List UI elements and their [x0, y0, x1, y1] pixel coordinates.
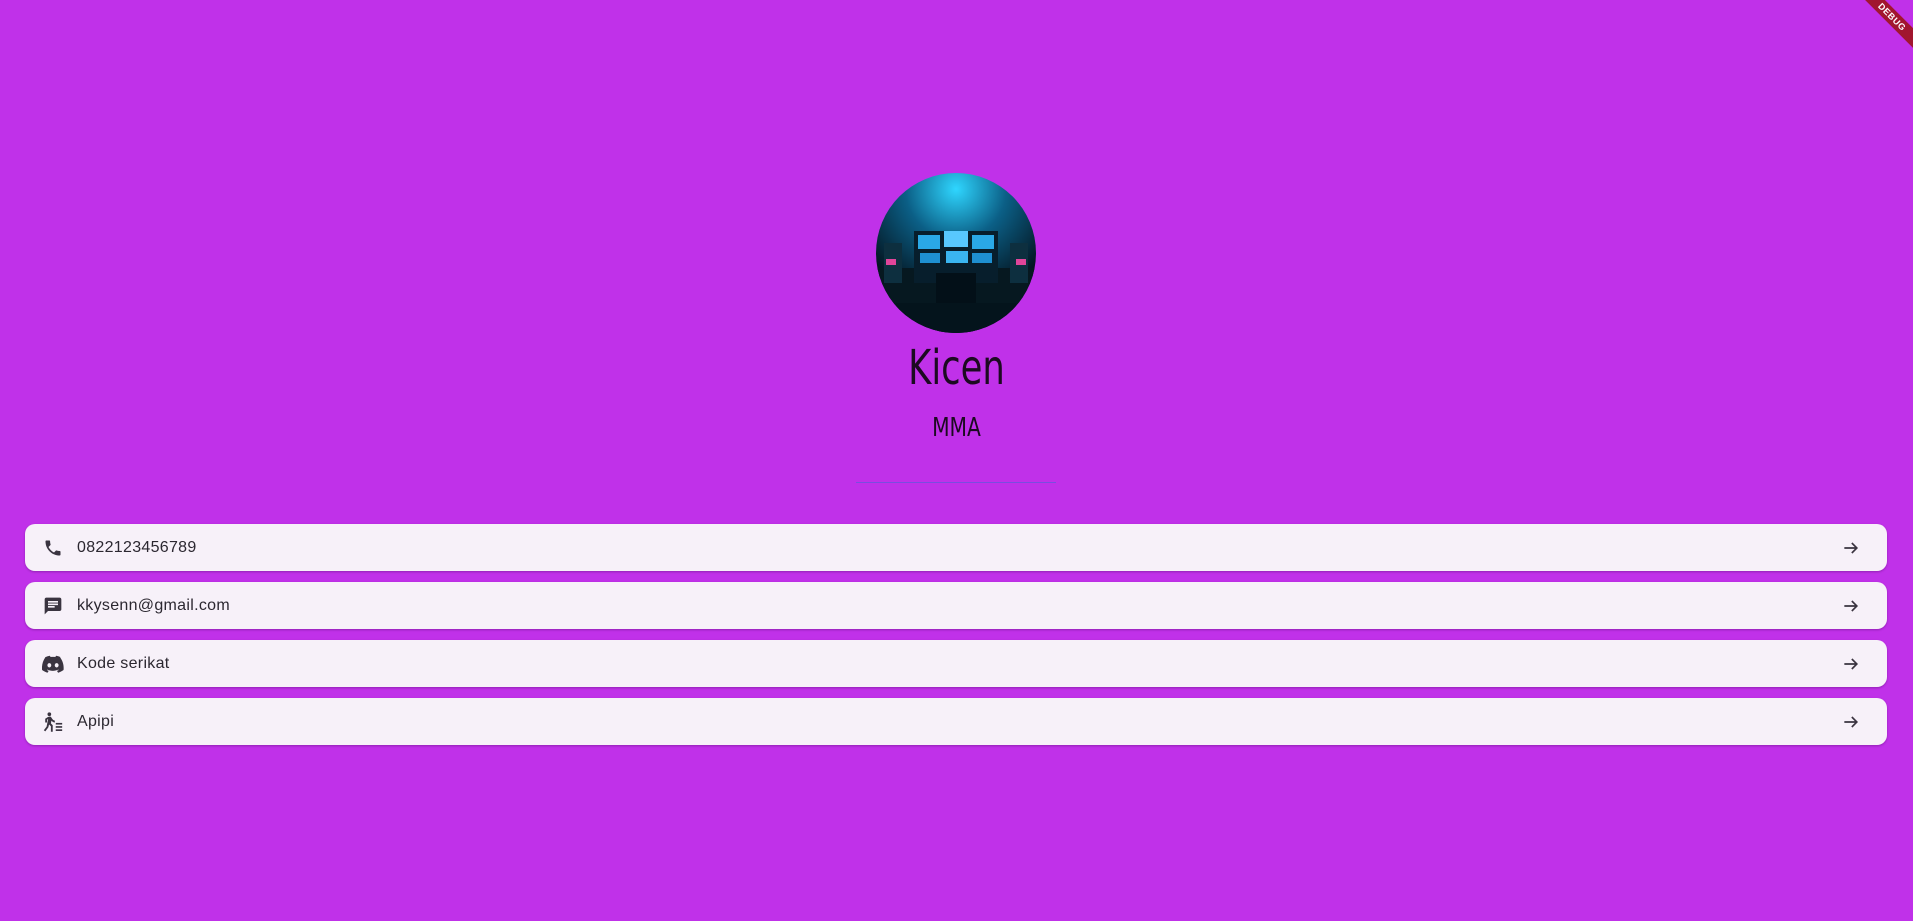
contact-card-email[interactable]: kkysenn@gmail.com: [25, 582, 1887, 629]
profile-title: MMA: [932, 413, 981, 443]
contact-label-phone: 0822123456789: [77, 538, 197, 556]
contact-label-discord: Kode serikat: [77, 654, 170, 672]
contact-card-phone[interactable]: 0822123456789: [25, 524, 1887, 571]
profile-page: Kicen MMA 0822123456789 kkysenn@gmail.co…: [0, 0, 1913, 921]
contact-label-email: kkysenn@gmail.com: [77, 596, 230, 614]
profile-name: Kicen: [908, 340, 1005, 396]
discord-icon: [41, 652, 65, 676]
avatar: [876, 173, 1036, 333]
person-walking-list-icon: [41, 710, 65, 734]
debug-banner-label: DEBUG: [1855, 0, 1913, 54]
arrow-right-icon: [1839, 594, 1863, 618]
arrow-right-icon: [1839, 710, 1863, 734]
avatar-image: [876, 173, 1036, 333]
divider: [856, 482, 1056, 483]
contact-card-apipi[interactable]: Apipi: [25, 698, 1887, 745]
message-icon: [41, 594, 65, 618]
arrow-right-icon: [1839, 652, 1863, 676]
contact-label-apipi: Apipi: [77, 712, 115, 730]
contact-card-discord[interactable]: Kode serikat: [25, 640, 1887, 687]
debug-banner: DEBUG: [1853, 0, 1913, 60]
arrow-right-icon: [1839, 536, 1863, 560]
phone-icon: [41, 536, 65, 560]
